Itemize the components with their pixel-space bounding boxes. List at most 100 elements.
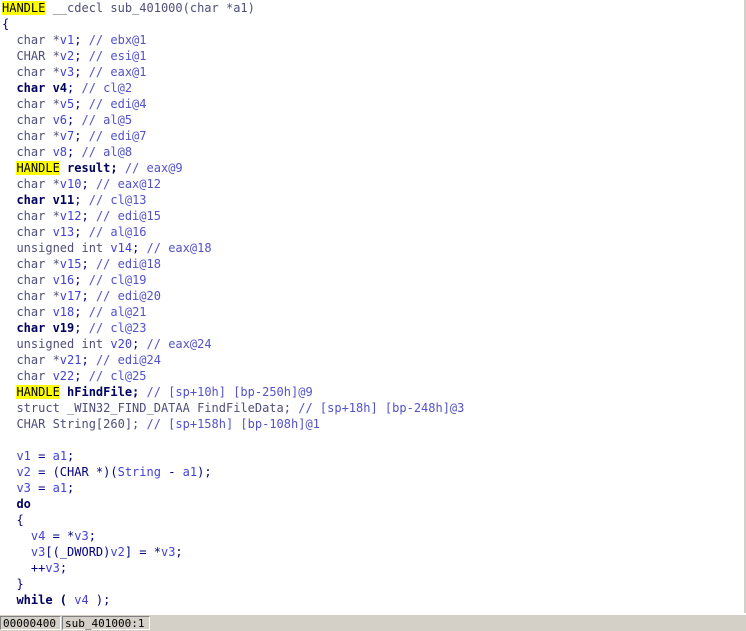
code-line[interactable]: char *v1; // ebx@1 bbox=[0, 32, 744, 48]
code-token[interactable]: ; bbox=[74, 369, 88, 383]
code-line[interactable]: unsigned int v20; // eax@24 bbox=[0, 336, 744, 352]
code-line[interactable]: char v22; // cl@25 bbox=[0, 368, 744, 384]
code-line[interactable]: char *v5; // edi@4 bbox=[0, 96, 744, 112]
code-token[interactable]: char bbox=[2, 193, 53, 207]
code-token[interactable]: v19 bbox=[53, 321, 75, 335]
code-token[interactable]: // cl@25 bbox=[89, 369, 147, 383]
code-line[interactable]: { bbox=[0, 16, 744, 32]
code-token[interactable]: char * bbox=[2, 177, 59, 191]
code-token[interactable]: ; bbox=[132, 241, 146, 255]
code-token[interactable]: ; bbox=[74, 33, 88, 47]
code-line[interactable]: char *v7; // edi@7 bbox=[0, 128, 744, 144]
code-token[interactable] bbox=[2, 481, 16, 495]
code-token[interactable]: char * bbox=[2, 97, 59, 111]
code-token[interactable]: // esi@1 bbox=[89, 49, 147, 63]
code-token[interactable]: ; bbox=[132, 337, 146, 351]
code-line[interactable]: { bbox=[0, 512, 744, 528]
code-token[interactable]: v6 bbox=[53, 113, 67, 127]
code-token[interactable]: // edi@15 bbox=[96, 209, 161, 223]
code-token[interactable]: ; bbox=[74, 129, 88, 143]
code-line[interactable]: while ( v4 ); bbox=[0, 592, 744, 608]
code-line[interactable]: v4 = *v3; bbox=[0, 528, 744, 544]
code-line[interactable]: char *v10; // eax@12 bbox=[0, 176, 744, 192]
code-token[interactable]: ++ bbox=[2, 561, 45, 575]
code-token[interactable]: // edi@24 bbox=[96, 353, 161, 367]
code-line[interactable]: ++v3; bbox=[0, 560, 744, 576]
code-line[interactable]: v3[(_DWORD)v2] = *v3; bbox=[0, 544, 744, 560]
code-token[interactable]: char bbox=[2, 81, 53, 95]
code-token[interactable]: char * bbox=[2, 209, 59, 223]
code-line[interactable]: char v18; // al@21 bbox=[0, 304, 744, 320]
code-line[interactable]: } bbox=[0, 576, 744, 592]
code-token[interactable]: ] = * bbox=[125, 545, 161, 559]
code-token[interactable]: // edi@20 bbox=[96, 289, 161, 303]
code-token[interactable]: // edi@4 bbox=[89, 97, 147, 111]
code-token[interactable]: { bbox=[2, 17, 9, 31]
code-token[interactable]: char bbox=[2, 225, 53, 239]
code-token[interactable]: v13 bbox=[53, 225, 75, 239]
code-token[interactable]: v5 bbox=[60, 97, 74, 111]
code-line[interactable]: char *v21; // edi@24 bbox=[0, 352, 744, 368]
code-token[interactable]: v3 bbox=[60, 65, 74, 79]
code-token[interactable]: v1 bbox=[60, 33, 74, 47]
code-token[interactable]: ; bbox=[81, 209, 95, 223]
code-token[interactable]: ; bbox=[74, 305, 88, 319]
code-token[interactable]: v7 bbox=[60, 129, 74, 143]
code-token[interactable]: // edi@7 bbox=[89, 129, 147, 143]
code-token[interactable]: ; bbox=[60, 561, 67, 575]
code-token[interactable]: ; bbox=[74, 65, 88, 79]
code-line[interactable]: char v8; // al@8 bbox=[0, 144, 744, 160]
code-token[interactable]: v12 bbox=[60, 209, 82, 223]
code-token[interactable]: ); bbox=[197, 465, 211, 479]
code-token[interactable]: __cdecl sub_401000(char *a1) bbox=[45, 1, 255, 15]
code-token[interactable]: ; bbox=[74, 273, 88, 287]
code-token[interactable]: CHAR String[260]; bbox=[2, 417, 147, 431]
code-line[interactable]: v3 = a1; bbox=[0, 480, 744, 496]
code-token[interactable]: ); bbox=[89, 593, 110, 607]
code-token[interactable]: // ebx@1 bbox=[89, 33, 147, 47]
code-token[interactable]: char * bbox=[2, 129, 59, 143]
code-token[interactable]: v17 bbox=[60, 289, 82, 303]
code-token[interactable]: // al@8 bbox=[81, 145, 132, 159]
code-token[interactable]: v3 bbox=[45, 561, 59, 575]
code-token[interactable]: = * bbox=[45, 529, 75, 543]
code-token[interactable]: v4 bbox=[53, 81, 67, 95]
code-token[interactable]: v1 bbox=[16, 449, 30, 463]
code-token[interactable]: ; bbox=[81, 289, 95, 303]
code-token[interactable]: a1 bbox=[53, 481, 67, 495]
code-token[interactable]: hFindFile; bbox=[60, 385, 147, 399]
code-token[interactable]: v4 bbox=[74, 593, 88, 607]
code-token[interactable]: char * bbox=[2, 65, 59, 79]
code-token[interactable]: v2 bbox=[60, 49, 74, 63]
code-token[interactable]: ; bbox=[74, 225, 88, 239]
code-token[interactable] bbox=[2, 161, 16, 175]
code-token[interactable]: a1 bbox=[53, 449, 67, 463]
code-line[interactable]: HANDLE result; // eax@9 bbox=[0, 160, 744, 176]
code-token[interactable]: // al@5 bbox=[81, 113, 132, 127]
code-token[interactable]: } bbox=[2, 577, 23, 591]
code-token[interactable]: // eax@1 bbox=[89, 65, 147, 79]
code-token[interactable]: v21 bbox=[60, 353, 82, 367]
code-token[interactable]: v15 bbox=[60, 257, 82, 271]
code-token[interactable]: ; bbox=[67, 113, 81, 127]
code-line[interactable]: char v6; // al@5 bbox=[0, 112, 744, 128]
code-token[interactable]: // [sp+158h] [bp-108h]@1 bbox=[147, 417, 320, 431]
code-token[interactable]: char * bbox=[2, 353, 59, 367]
code-token[interactable]: v2 bbox=[16, 465, 30, 479]
code-line[interactable]: char *v17; // edi@20 bbox=[0, 288, 744, 304]
code-token[interactable] bbox=[2, 449, 16, 463]
code-token[interactable]: char bbox=[2, 369, 53, 383]
code-token[interactable]: a1 bbox=[183, 465, 197, 479]
code-token[interactable]: char bbox=[2, 305, 53, 319]
code-token[interactable]: v3 bbox=[161, 545, 175, 559]
code-token[interactable]: char bbox=[2, 145, 53, 159]
code-token[interactable] bbox=[2, 465, 16, 479]
code-token[interactable]: { bbox=[2, 513, 23, 527]
code-token[interactable]: result; bbox=[60, 161, 125, 175]
code-line[interactable]: char v11; // cl@13 bbox=[0, 192, 744, 208]
code-token[interactable]: v3 bbox=[74, 529, 88, 543]
code-token[interactable]: // eax@24 bbox=[147, 337, 212, 351]
code-token[interactable]: v8 bbox=[53, 145, 67, 159]
code-token[interactable]: // eax@9 bbox=[125, 161, 183, 175]
code-token[interactable]: // edi@18 bbox=[96, 257, 161, 271]
